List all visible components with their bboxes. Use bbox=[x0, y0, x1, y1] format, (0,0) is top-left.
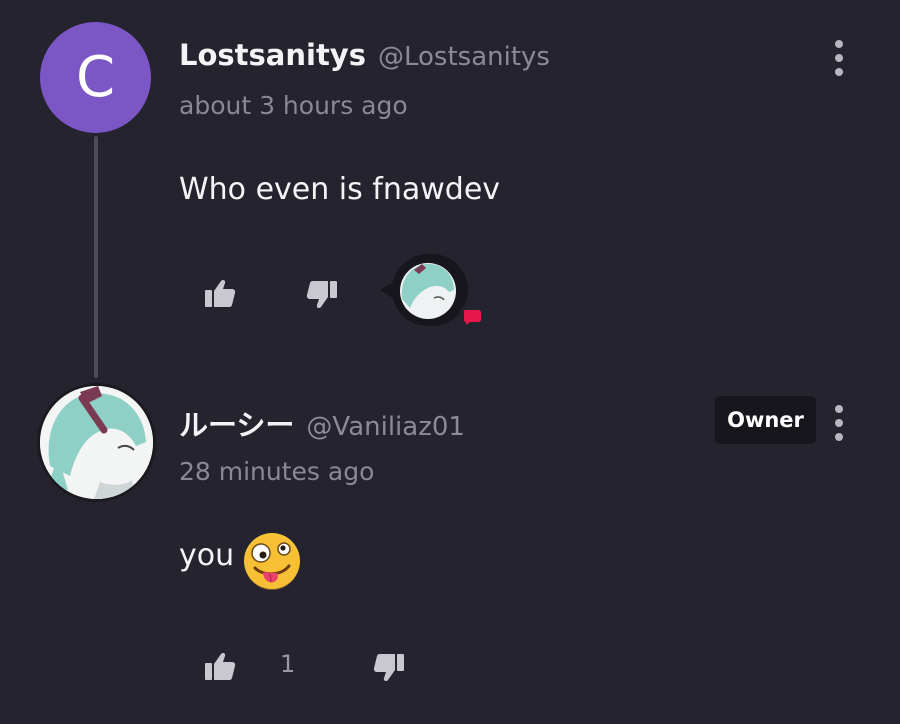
comment-text: Who even is fnawdev bbox=[179, 172, 501, 207]
thread-line bbox=[94, 136, 98, 378]
thumbs-down-icon[interactable] bbox=[306, 280, 338, 310]
comment-header: ルーシー @Vaniliaz01 bbox=[179, 402, 465, 444]
comment-text: you bbox=[179, 538, 234, 573]
thumbs-up-icon[interactable] bbox=[204, 278, 236, 308]
thumbs-down-icon[interactable] bbox=[373, 653, 405, 683]
more-vertical-icon[interactable] bbox=[831, 405, 847, 441]
comment-text-content: you bbox=[179, 538, 235, 573]
more-vertical-icon[interactable] bbox=[831, 40, 847, 76]
avatar[interactable]: C bbox=[40, 22, 151, 133]
thumbs-up-icon[interactable] bbox=[204, 651, 236, 681]
username[interactable]: ルーシー bbox=[179, 408, 294, 442]
like-count: 1 bbox=[280, 650, 296, 678]
owner-badge: Owner bbox=[715, 396, 816, 444]
username[interactable]: Lostsanitys bbox=[179, 38, 366, 72]
zany-face-icon bbox=[243, 532, 301, 595]
reply-avatar-icon[interactable] bbox=[376, 254, 496, 332]
user-handle[interactable]: @Lostsanitys bbox=[378, 42, 550, 72]
avatar[interactable] bbox=[40, 386, 153, 499]
timestamp: about 3 hours ago bbox=[179, 91, 408, 120]
comment-header: Lostsanitys @Lostsanitys bbox=[179, 38, 550, 72]
timestamp: 28 minutes ago bbox=[179, 457, 375, 486]
user-handle[interactable]: @Vaniliaz01 bbox=[306, 412, 465, 442]
